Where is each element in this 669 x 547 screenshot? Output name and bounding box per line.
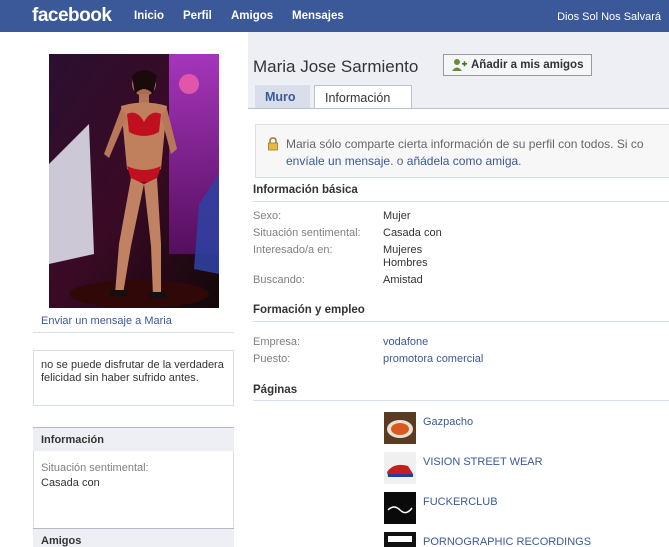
profile-photo[interactable] <box>49 54 219 308</box>
tab-informacion[interactable]: Información <box>314 85 412 109</box>
divider <box>253 400 669 401</box>
pages-title: Páginas <box>253 384 298 396</box>
position-label: Puesto: <box>253 353 291 365</box>
profile-bio-box: no se puede disfrutar de la verdadera fe… <box>33 350 234 406</box>
interested-in-label: Interesado/a en: <box>253 244 333 256</box>
current-user-link[interactable]: Dios Sol Nos Salvará <box>557 11 661 23</box>
add-friend-icon <box>451 58 467 72</box>
nav-amigos[interactable]: Amigos <box>231 10 273 22</box>
send-message-inline-link[interactable]: envíale un mensaje <box>286 154 390 168</box>
facebook-logo[interactable]: facebook <box>32 5 112 27</box>
sidebar-relationship-label: Situación sentimental: <box>41 462 149 474</box>
add-friend-label: Añadir a mis amigos <box>471 59 584 71</box>
sex-value: Mujer <box>383 210 411 222</box>
company-link[interactable]: vodafone <box>383 336 428 349</box>
send-message-link[interactable]: Enviar un mensaje a Maria <box>41 315 172 327</box>
sidebar-friends-header[interactable]: Amigos <box>33 528 234 547</box>
privacy-connector: . o <box>390 154 407 168</box>
add-as-friend-inline-link[interactable]: añádela como amiga <box>407 154 518 168</box>
education-work-title: Formación y empleo <box>253 304 365 316</box>
page-thumbnail-pornographic-recordings[interactable] <box>384 532 416 547</box>
sidebar-relationship-value: Casada con <box>41 477 100 489</box>
privacy-end: . <box>518 154 522 168</box>
relationship-value: Casada con <box>383 227 442 239</box>
nav-perfil[interactable]: Perfil <box>183 10 212 22</box>
page-thumbnail-fuckerclub[interactable] <box>384 492 416 524</box>
looking-for-value: Amistad <box>383 274 423 286</box>
relationship-label: Situación sentimental: <box>253 227 361 239</box>
page-thumbnail-gazpacho[interactable] <box>384 412 416 444</box>
divider <box>253 201 669 202</box>
lock-icon <box>266 137 280 151</box>
divider <box>253 321 669 322</box>
sidebar-info-header[interactable]: Información <box>33 427 234 451</box>
add-friend-button[interactable]: Añadir a mis amigos <box>443 54 592 76</box>
page-link-vision-street-wear[interactable]: VISION STREET WEAR <box>423 456 543 468</box>
position-link[interactable]: promotora comercial <box>383 353 483 366</box>
interested-in-value-1: Mujeres <box>383 244 423 256</box>
divider <box>33 332 234 333</box>
privacy-notice: Maria sólo comparte cierta información d… <box>255 124 669 178</box>
privacy-text: Maria sólo comparte cierta información d… <box>286 137 644 151</box>
nav-inicio[interactable]: Inicio <box>134 10 164 22</box>
tabs-baseline <box>248 108 669 109</box>
basic-info-title: Información básica <box>253 184 358 196</box>
page-link-pornographic-recordings[interactable]: PORNOGRAPHIC RECORDINGS <box>423 536 591 547</box>
interested-in-value-2: Hombres <box>383 257 428 269</box>
profile-name: Maria Jose Sarmiento <box>253 57 419 76</box>
page-link-gazpacho[interactable]: Gazpacho <box>423 416 473 428</box>
looking-for-label: Buscando: <box>253 274 305 286</box>
nav-mensajes[interactable]: Mensajes <box>292 10 344 22</box>
top-navigation-bar: facebook Inicio Perfil Amigos Mensajes D… <box>0 0 669 32</box>
company-label: Empresa: <box>253 336 301 348</box>
page-thumbnail-vision-street-wear[interactable] <box>384 452 416 484</box>
page-link-fuckerclub[interactable]: FUCKERCLUB <box>423 496 498 508</box>
tab-muro[interactable]: Muro <box>255 85 310 109</box>
sex-label: Sexo: <box>253 210 282 222</box>
